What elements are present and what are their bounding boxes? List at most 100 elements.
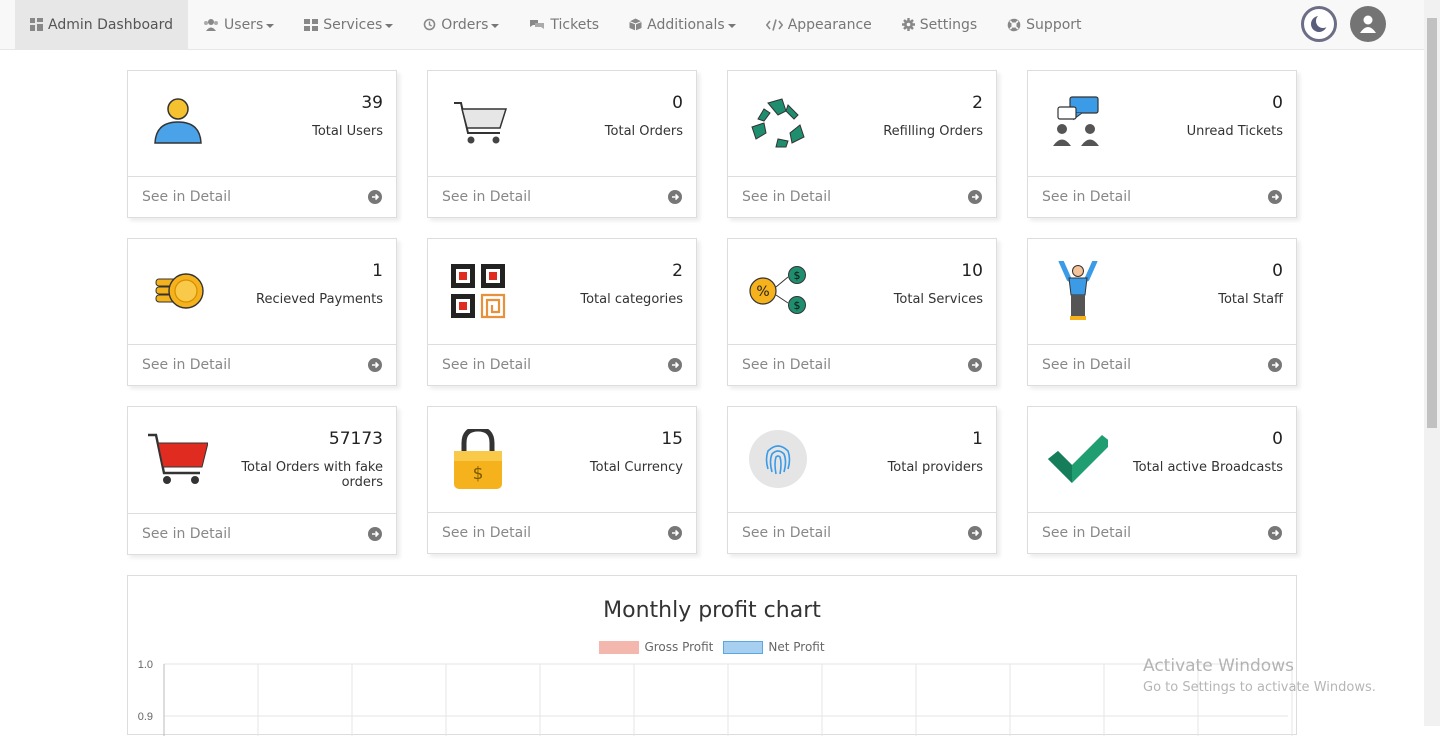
nav-item-users[interactable]: Users — [188, 0, 289, 49]
nav-menu: Admin Dashboard Users Services Orders Ti… — [15, 0, 1097, 49]
chevron-down-icon — [727, 23, 736, 28]
see-in-detail-link[interactable]: See in Detail — [128, 514, 396, 554]
card-label: Refilling Orders — [883, 124, 983, 139]
card-value: 2 — [672, 261, 683, 281]
nav-item-tickets[interactable]: Tickets — [514, 0, 614, 49]
lock-dollar-icon: $ — [454, 429, 502, 489]
nav-item-services[interactable]: Services — [289, 0, 408, 49]
see-in-detail-link[interactable]: See in Detail — [728, 513, 996, 553]
card-body: 57173 Total Orders with fake orders — [128, 407, 396, 514]
stat-card-recieved-payments: 1 Recieved Payments See in Detail — [127, 238, 397, 386]
card-body: 0 Unread Tickets — [1028, 71, 1296, 177]
categories-icon — [451, 264, 506, 319]
chevron-down-icon — [266, 23, 275, 28]
footer-label: See in Detail — [442, 357, 532, 373]
card-label: Total Currency — [589, 460, 683, 475]
card-label: Total Users — [312, 124, 383, 139]
card-value: 15 — [661, 429, 683, 449]
see-in-detail-link[interactable]: See in Detail — [428, 345, 696, 385]
arrow-circle-right-icon — [1268, 190, 1282, 204]
card-value: 0 — [1272, 93, 1283, 113]
see-in-detail-link[interactable]: See in Detail — [128, 177, 396, 217]
card-body: 2 Refilling Orders — [728, 71, 996, 177]
arrow-circle-right-icon — [668, 358, 682, 372]
see-in-detail-link[interactable]: See in Detail — [428, 513, 696, 553]
fingerprint-icon — [749, 430, 807, 488]
moon-icon — [1311, 14, 1329, 32]
stat-card-total-users: 39 Total Users See in Detail — [127, 70, 397, 218]
nav-item-admin-dashboard[interactable]: Admin Dashboard — [15, 0, 189, 49]
staff-icon — [1058, 261, 1098, 320]
card-body: 0 Total Orders — [428, 71, 696, 177]
see-in-detail-link[interactable]: See in Detail — [728, 177, 996, 217]
nav-item-appearance[interactable]: Appearance — [751, 0, 887, 49]
chat-people-icon — [1053, 96, 1099, 146]
footer-label: See in Detail — [442, 525, 532, 541]
arrow-circle-right-icon — [668, 526, 682, 540]
card-label: Total Orders with fake orders — [241, 460, 383, 490]
arrow-circle-right-icon — [668, 190, 682, 204]
watermark-subtitle: Go to Settings to activate Windows. — [1143, 680, 1376, 695]
stat-card-unread-tickets: 0 Unread Tickets See in Detail — [1027, 70, 1297, 218]
nav-item-additionals[interactable]: Additionals — [614, 0, 751, 49]
arrow-circle-right-icon — [1268, 526, 1282, 540]
dark-mode-toggle[interactable] — [1301, 6, 1337, 42]
nav-item-settings[interactable]: Settings — [887, 0, 992, 49]
footer-label: See in Detail — [742, 189, 832, 205]
monthly-profit-chart: Monthly profit chart Gross Profit Net Pr… — [127, 575, 1297, 736]
arrow-circle-right-icon — [368, 527, 382, 541]
nav-label: Services — [323, 16, 383, 33]
nav-label: Support — [1026, 16, 1082, 33]
page-scrollbar[interactable] — [1424, 0, 1440, 726]
stat-card-total-active-broadcasts: 0 Total active Broadcasts See in Detail — [1027, 406, 1297, 554]
avatar-icon — [1360, 15, 1376, 33]
svg-text:%: % — [756, 284, 769, 300]
nav-label: Settings — [919, 16, 978, 33]
card-label: Unread Tickets — [1186, 124, 1283, 139]
see-in-detail-link[interactable]: See in Detail — [428, 177, 696, 217]
card-value: 0 — [672, 93, 683, 113]
card-body: $ 15 Total Currency — [428, 407, 696, 513]
scrollbar-thumb[interactable] — [1427, 18, 1437, 428]
stat-card-total-services: % $ $ 10 Total Services See in Detail — [727, 238, 997, 386]
box-icon — [629, 18, 642, 31]
nav-label: Appearance — [787, 16, 872, 33]
footer-label: See in Detail — [1042, 357, 1132, 373]
see-in-detail-link[interactable]: See in Detail — [128, 345, 396, 385]
card-label: Total Services — [893, 292, 983, 307]
card-body: 2 Total categories — [428, 239, 696, 345]
stat-card-total-staff: 0 Total Staff See in Detail — [1027, 238, 1297, 386]
coins-icon — [155, 273, 204, 309]
lifebuoy-icon — [1007, 18, 1021, 31]
see-in-detail-link[interactable]: See in Detail — [1028, 177, 1296, 217]
nav-label: Admin Dashboard — [48, 16, 174, 33]
stat-card-total-orders-fake: 57173 Total Orders with fake orders See … — [127, 406, 397, 555]
card-body: 1 Total providers — [728, 407, 996, 513]
svg-text:$: $ — [794, 299, 801, 312]
card-value: 2 — [972, 93, 983, 113]
card-body: 39 Total Users — [128, 71, 396, 177]
nav-label: Users — [224, 16, 264, 33]
nav-item-support[interactable]: Support — [992, 0, 1096, 49]
card-body: % $ $ 10 Total Services — [728, 239, 996, 345]
nav-label: Tickets — [550, 16, 600, 33]
footer-label: See in Detail — [142, 189, 232, 205]
see-in-detail-link[interactable]: See in Detail — [1028, 345, 1296, 385]
card-value: 1 — [372, 261, 383, 281]
dashboard-icon — [30, 18, 43, 31]
cart-icon — [454, 102, 508, 144]
user-menu-button[interactable] — [1350, 6, 1386, 42]
tickets-icon — [530, 20, 545, 29]
users-icon — [204, 19, 219, 31]
card-value: 0 — [1272, 261, 1283, 281]
footer-label: See in Detail — [1042, 189, 1132, 205]
y-tick-label: 1.0 — [138, 659, 153, 671]
see-in-detail-link[interactable]: See in Detail — [728, 345, 996, 385]
y-tick-label: 0.9 — [138, 711, 153, 723]
see-in-detail-link[interactable]: See in Detail — [1028, 513, 1296, 553]
card-value: 1 — [972, 429, 983, 449]
nav-item-orders[interactable]: Orders — [408, 0, 514, 49]
card-value: 0 — [1272, 429, 1283, 449]
stat-card-refilling-orders: 2 Refilling Orders See in Detail — [727, 70, 997, 218]
svg-text:$: $ — [473, 464, 484, 484]
